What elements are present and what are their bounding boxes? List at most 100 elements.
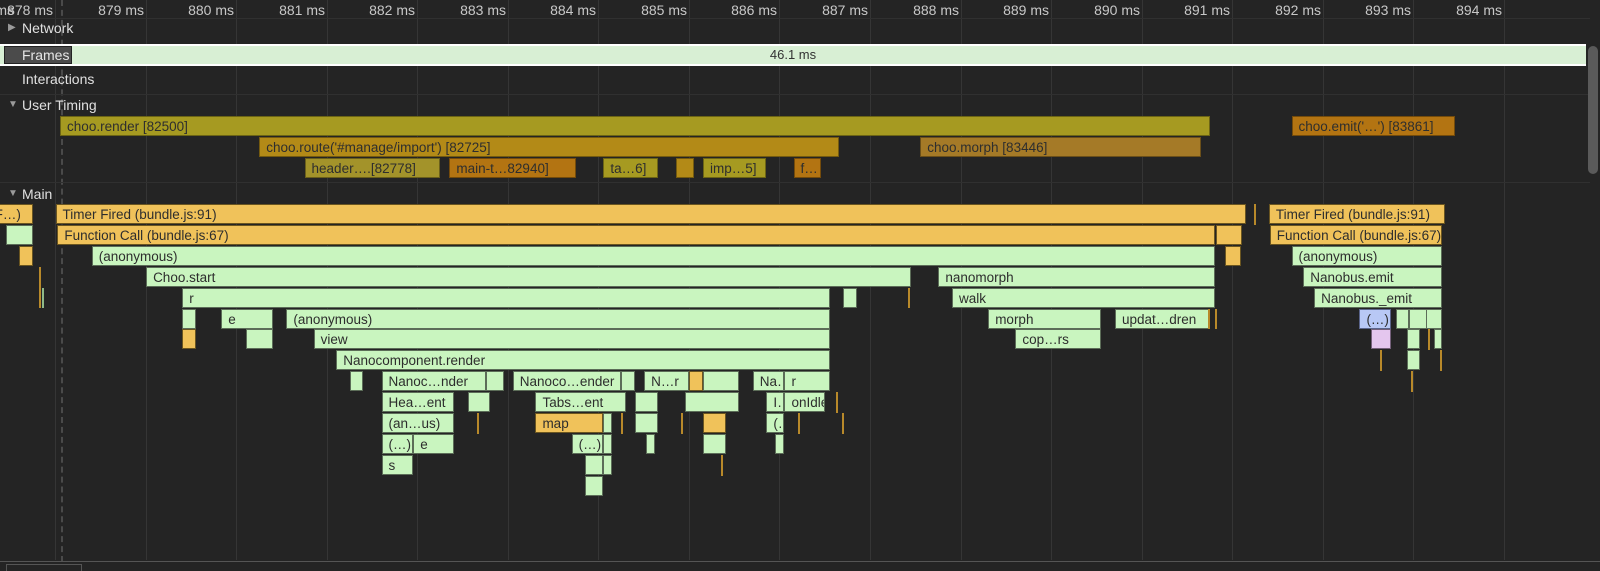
flame-block[interactable]: e	[413, 433, 454, 454]
flame-block[interactable]: Nanocomponent.render	[336, 350, 830, 371]
flame-block[interactable]: cop…rs	[1015, 329, 1102, 350]
flame-block[interactable]: s	[381, 454, 414, 475]
track-interactions-label[interactable]: Interactions	[22, 71, 94, 87]
flame-block[interactable]	[1371, 329, 1392, 350]
performance-timeline[interactable]: ms 878 ms 879 ms 880 ms 881 ms 882 ms 883 ms 8…	[0, 0, 1600, 571]
flame-block[interactable]: Nanoco…ender	[512, 371, 622, 392]
flame-block[interactable]	[689, 371, 703, 392]
flame-block[interactable]	[182, 308, 196, 329]
flame-block[interactable]: morph	[988, 308, 1102, 329]
flame-block[interactable]	[245, 329, 273, 350]
flame-block[interactable]: (anonymous)	[286, 308, 830, 329]
flame-sliver[interactable]	[907, 287, 910, 309]
flame-block[interactable]: Nanobus._emit	[1314, 287, 1442, 308]
flame-block[interactable]: Timer Fired (bundle.js:91)	[55, 204, 1247, 224]
flame-block[interactable]	[645, 433, 655, 454]
flame-block[interactable]: F…)	[0, 204, 33, 224]
flame-block[interactable]: Hea…ent	[381, 392, 454, 413]
flame-block[interactable]	[1225, 245, 1241, 266]
flame-sliver[interactable]	[798, 413, 801, 434]
flame-block[interactable]: walk	[951, 287, 1215, 308]
flame-block[interactable]	[702, 371, 740, 392]
flame-block[interactable]	[19, 245, 33, 266]
user-timing-mark[interactable]: imp…5]	[702, 158, 767, 178]
flame-sliver[interactable]	[476, 413, 479, 434]
flame-sliver[interactable]	[681, 413, 684, 434]
flame-sliver[interactable]	[836, 392, 839, 413]
flame-block[interactable]	[485, 371, 504, 392]
flame-block[interactable]	[1407, 350, 1421, 371]
flame-block[interactable]: r	[784, 371, 830, 392]
flame-block[interactable]	[1407, 329, 1421, 350]
flame-block[interactable]	[684, 392, 740, 413]
flame-block[interactable]	[635, 392, 658, 413]
flame-block[interactable]: Na…r	[752, 371, 785, 392]
flame-block[interactable]: map	[535, 413, 604, 433]
flame-sliver[interactable]	[1253, 204, 1256, 225]
flame-block[interactable]: Timer Fired (bundle.js:91)	[1268, 204, 1446, 224]
flame-sliver[interactable]	[721, 454, 724, 476]
flame-block[interactable]: (…)	[1359, 308, 1392, 329]
flame-sliver[interactable]	[841, 413, 844, 434]
flame-block[interactable]: (anonymous)	[1291, 245, 1442, 266]
flame-block[interactable]: nanomorph	[938, 266, 1215, 287]
flame-sliver[interactable]	[1214, 308, 1217, 330]
user-timing-mark[interactable]: choo.emit('…') [83861]	[1291, 116, 1455, 136]
track-network-label[interactable]: Network	[22, 20, 73, 36]
user-timing-mark[interactable]: header….[82778]	[304, 158, 441, 178]
user-timing-mark[interactable]: choo.render [82500]	[60, 116, 1211, 136]
user-timing-mark[interactable]: f…	[793, 158, 821, 178]
flame-block[interactable]: Nanoc…nder	[381, 371, 486, 392]
flame-sliver[interactable]	[41, 287, 44, 309]
flame-block[interactable]: (…)	[766, 413, 785, 433]
flame-block[interactable]: Function Call (bundle.js:67)	[57, 224, 1215, 245]
flame-block[interactable]	[467, 392, 491, 413]
flame-block[interactable]	[603, 413, 613, 433]
flame-block[interactable]: N…r	[644, 371, 690, 392]
flame-block[interactable]	[603, 433, 613, 454]
flame-block[interactable]: (…)	[571, 433, 604, 454]
flame-block[interactable]: Choo.start	[146, 266, 912, 287]
flame-block[interactable]	[702, 433, 726, 454]
flame-block[interactable]: view	[313, 329, 830, 350]
flame-block[interactable]	[635, 413, 658, 433]
flame-block[interactable]: r	[182, 287, 830, 308]
expanded-triangle-icon[interactable]: ▼	[8, 99, 18, 110]
flame-block[interactable]	[1425, 308, 1442, 329]
flame-block[interactable]	[349, 371, 364, 392]
flame-block[interactable]: Function Call (bundle.js:67)	[1269, 224, 1442, 245]
flame-block[interactable]: updat…dren	[1114, 308, 1211, 329]
flame-block[interactable]	[585, 475, 604, 496]
flame-block[interactable]: I…t	[766, 392, 785, 413]
flame-sliver[interactable]	[1440, 350, 1443, 372]
track-main-label[interactable]: Main	[22, 186, 52, 202]
flame-sliver[interactable]	[1411, 371, 1414, 393]
flame-block[interactable]	[585, 454, 604, 475]
flame-block[interactable]	[1433, 329, 1442, 350]
track-user-timing-label[interactable]: User Timing	[22, 97, 97, 113]
flame-sliver[interactable]	[621, 413, 624, 434]
flame-sliver[interactable]	[1428, 329, 1431, 351]
flame-block[interactable]	[182, 329, 196, 350]
flame-block[interactable]	[702, 413, 726, 433]
flame-sliver[interactable]	[1380, 350, 1383, 372]
flame-block[interactable]: (an…us)	[381, 413, 454, 433]
flame-sliver[interactable]	[1208, 308, 1211, 330]
collapsed-triangle-icon[interactable]: ▶	[8, 22, 16, 33]
flame-block[interactable]: onIdle	[784, 392, 826, 413]
expanded-triangle-icon[interactable]: ▼	[8, 188, 18, 199]
flame-block[interactable]	[843, 287, 857, 308]
flame-block[interactable]	[1216, 224, 1242, 245]
flame-block[interactable]	[603, 454, 613, 475]
flame-sliver[interactable]	[39, 266, 42, 309]
flame-block[interactable]: Tabs…ent	[535, 392, 626, 413]
user-timing-mark[interactable]: choo.route('#manage/import') [82725]	[259, 137, 839, 157]
flame-block[interactable]	[621, 371, 636, 392]
flame-block[interactable]: (anonymous)	[91, 245, 1215, 266]
track-frames[interactable]: 46.1 ms Frames	[0, 44, 1586, 66]
flame-block[interactable]: e	[221, 308, 273, 329]
vertical-scrollbar[interactable]	[1588, 46, 1598, 174]
flame-block[interactable]	[5, 224, 33, 245]
flame-block[interactable]: Nanobus.emit	[1303, 266, 1442, 287]
user-timing-mark[interactable]: ta…6]	[603, 158, 658, 178]
